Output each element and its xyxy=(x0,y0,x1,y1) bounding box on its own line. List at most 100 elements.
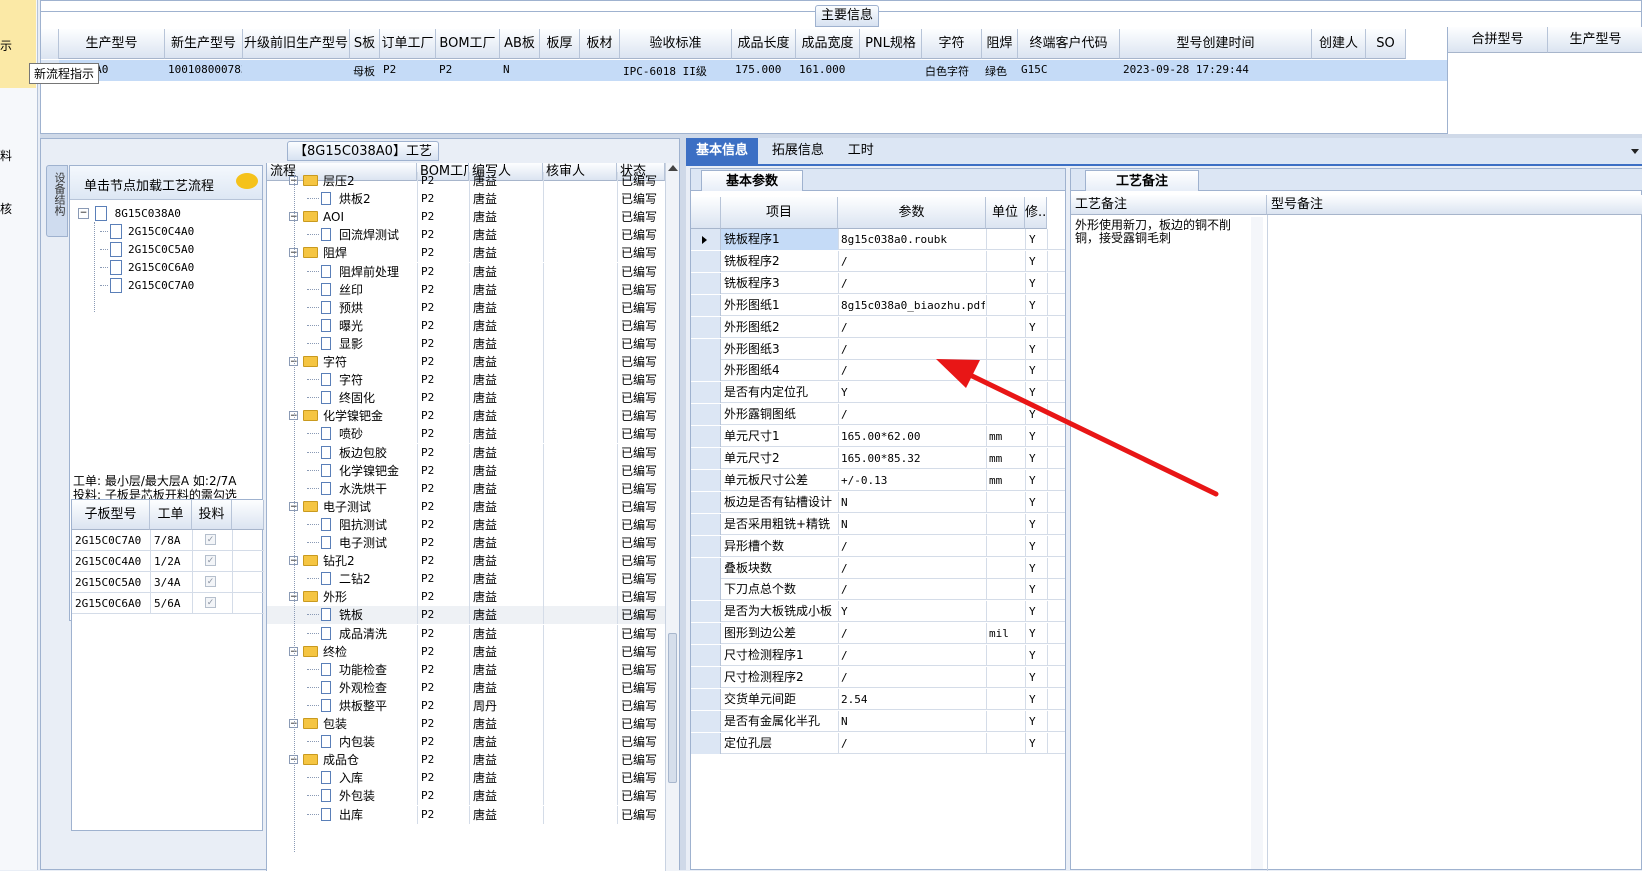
flow-step-row[interactable]: 回流焊测试 P2 唐益 已编写 xyxy=(267,226,665,245)
flow-step-row[interactable]: 化学镍钯金 P2 唐益 已编写 xyxy=(267,461,665,480)
flow-step-row[interactable]: 外观检查 P2 唐益 已编写 xyxy=(267,678,665,697)
flow-group-row[interactable]: − 钻孔2 P2 唐益 已编写 xyxy=(267,552,665,571)
model-remark-column-header[interactable]: 型号备注 xyxy=(1267,195,1642,215)
scroll-thumb[interactable] xyxy=(668,633,677,783)
flow-step-row[interactable]: 终固化 P2 唐益 已编写 xyxy=(267,389,665,408)
param-value[interactable]: / xyxy=(841,623,985,644)
param-row[interactable]: 尺寸检测程序2 / Y xyxy=(691,667,1065,688)
flow-step-row[interactable]: 烘板2 P2 唐益 已编写 xyxy=(267,190,665,209)
flow-step-row[interactable]: 功能检查 P2 唐益 已编写 xyxy=(267,660,665,679)
param-row[interactable]: 异形槽个数 / Y xyxy=(691,535,1065,557)
param-row[interactable]: 是否为大板铣成小板 Y Y xyxy=(691,601,1065,623)
param-value[interactable]: Y xyxy=(841,601,985,622)
left-edge-item[interactable]: 料 xyxy=(0,147,12,164)
flow-group-row[interactable]: − 包装 P2 唐益 已编写 xyxy=(267,715,665,733)
flow-group-row[interactable]: − 外形 P2 唐益 已编写 xyxy=(267,588,665,607)
param-row[interactable]: 下刀点总个数 / Y xyxy=(691,579,1065,601)
load-hint-bar[interactable]: 单击节点加载工艺流程 xyxy=(70,166,262,200)
column-header[interactable]: 创建人 xyxy=(1312,29,1366,59)
tree-node[interactable]: 2G15C0C7A0 xyxy=(100,278,194,293)
flow-group-row[interactable]: − 层压2 P2 唐益 已编写 xyxy=(267,172,665,190)
column-header[interactable]: 工单 xyxy=(150,500,192,530)
scroll-up-icon[interactable] xyxy=(668,165,678,171)
tree-node[interactable]: 2G15C0C6A0 xyxy=(100,260,194,275)
param-row[interactable]: 交货单元间距 2.54 Y xyxy=(691,688,1065,710)
flow-group-row[interactable]: − AOI P2 唐益 已编写 xyxy=(267,208,665,227)
column-header[interactable]: 生产型号 xyxy=(1548,27,1642,53)
column-header[interactable]: 投料 xyxy=(192,500,232,530)
basic-params-tab[interactable]: 基本参数 xyxy=(701,170,804,191)
param-value[interactable]: / xyxy=(841,667,985,688)
flow-step-row[interactable]: 阻焊前处理 P2 唐益 已编写 xyxy=(267,262,665,281)
column-header[interactable]: 新生产型号 xyxy=(165,29,243,59)
flow-step-row[interactable]: 成品清洗 P2 唐益 已编写 xyxy=(267,624,665,643)
param-value[interactable]: / xyxy=(841,558,985,579)
flow-scrollbar[interactable] xyxy=(665,163,679,871)
flow-group-row[interactable]: − 电子测试 P2 唐益 已编写 xyxy=(267,497,665,516)
param-value[interactable]: / xyxy=(841,733,985,754)
flow-step-row[interactable]: 电子测试 P2 唐益 已编写 xyxy=(267,534,665,552)
flow-group-row[interactable]: − 字符 P2 唐益 已编写 xyxy=(267,353,665,371)
column-header[interactable]: SO xyxy=(1366,29,1406,59)
feed-checkbox[interactable]: ✓ xyxy=(205,534,216,545)
param-value[interactable]: / xyxy=(841,645,985,666)
column-header[interactable]: 字符 xyxy=(922,29,982,59)
flow-step-row[interactable]: 显影 P2 唐益 已编写 xyxy=(267,334,665,353)
column-header[interactable]: BOM工厂 xyxy=(436,29,500,59)
column-header[interactable]: 板厚 xyxy=(540,29,580,59)
flow-step-row[interactable]: 曝光 P2 唐益 已编写 xyxy=(267,316,665,335)
flow-step-row[interactable]: 阻抗测试 P2 唐益 已编写 xyxy=(267,515,665,534)
feed-checkbox[interactable]: ✓ xyxy=(205,555,216,566)
tree-node[interactable]: 2G15C0C5A0 xyxy=(100,242,194,257)
collapse-icon[interactable]: − xyxy=(78,208,89,219)
param-value[interactable]: / xyxy=(841,536,985,557)
sub-board-row[interactable]: 2G15C0C4A0 1/2A ✓ xyxy=(72,551,264,572)
param-row[interactable]: 定位孔层 / Y xyxy=(691,732,1065,754)
column-header[interactable]: 升级前旧生产型号 xyxy=(243,29,350,59)
column-header[interactable]: AB板 xyxy=(500,29,540,59)
param-value[interactable]: / xyxy=(841,579,985,600)
flow-step-row[interactable]: 预烘 P2 唐益 已编写 xyxy=(267,298,665,317)
column-header[interactable]: 合拼型号 xyxy=(1448,27,1548,53)
flow-group-row[interactable]: − 成品仓 P2 唐益 已编写 xyxy=(267,751,665,770)
flow-group-row[interactable]: − 阻焊 P2 唐益 已编写 xyxy=(267,244,665,263)
column-header[interactable]: 成品宽度 xyxy=(796,29,860,59)
column-header[interactable]: 型号创建时间 xyxy=(1120,29,1312,59)
flow-group-row[interactable]: − 化学镍钯金 P2 唐益 已编写 xyxy=(267,407,665,426)
flow-step-row[interactable]: 铣板 P2 唐益 已编写 xyxy=(267,606,665,625)
flow-step-row[interactable]: 板边包胶 P2 唐益 已编写 xyxy=(267,443,665,462)
flow-step-row[interactable]: 内包装 P2 唐益 已编写 xyxy=(267,733,665,752)
column-header[interactable]: S板 xyxy=(350,29,380,59)
column-header[interactable]: 订单工厂 xyxy=(380,29,436,59)
left-edge-item[interactable]: 示 xyxy=(0,37,12,54)
tab-extended-info[interactable]: 拓展信息 xyxy=(762,138,834,164)
tree-root[interactable]: − 8G15C038A0 xyxy=(78,206,181,221)
column-header[interactable]: 项目 xyxy=(721,197,838,229)
flow-group-row[interactable]: − 终检 P2 唐益 已编写 xyxy=(267,642,665,661)
column-header[interactable]: 子板型号 xyxy=(72,500,150,530)
param-value[interactable]: N xyxy=(841,711,985,732)
flow-step-row[interactable]: 喷砂 P2 唐益 已编写 xyxy=(267,425,665,444)
flow-step-row[interactable]: 丝印 P2 唐益 已编写 xyxy=(267,280,665,299)
remark-tab[interactable]: 工艺备注 xyxy=(1085,170,1200,191)
column-header[interactable]: PNL规格 xyxy=(860,29,922,59)
param-row[interactable]: 是否有金属化半孔 N Y xyxy=(691,710,1065,732)
column-header[interactable]: 终端客户代码 xyxy=(1018,29,1120,59)
param-row[interactable]: 尺寸检测程序1 / Y xyxy=(691,645,1065,667)
flow-step-row[interactable]: 水洗烘干 P2 唐益 已编写 xyxy=(267,479,665,498)
param-value[interactable]: 2.54 xyxy=(841,689,985,710)
sub-board-row[interactable]: 2G15C0C5A0 3/4A ✓ xyxy=(72,572,264,593)
column-header[interactable]: 阻焊 xyxy=(982,29,1018,59)
remark-column-header[interactable]: 工艺备注 xyxy=(1071,195,1267,215)
side-tab-device-structure[interactable]: 设备结构 xyxy=(46,165,68,237)
flow-step-row[interactable]: 外包装 P2 唐益 已编写 xyxy=(267,787,665,806)
param-row[interactable]: 图形到边公差 / mil Y xyxy=(691,623,1065,645)
tree-node[interactable]: 2G15C0C4A0 xyxy=(100,224,194,239)
main-info-row[interactable]: 5C038A010010800078391母板P2P2NIPC-6018 II级… xyxy=(41,60,1448,81)
column-header[interactable]: 板材 xyxy=(580,29,620,59)
flow-step-row[interactable]: 字符 P2 唐益 已编写 xyxy=(267,371,665,390)
sub-board-row[interactable]: 2G15C0C7A0 7/8A ✓ xyxy=(72,530,264,551)
flow-step-row[interactable]: 二钻2 P2 唐益 已编写 xyxy=(267,570,665,589)
tab-work-hours[interactable]: 工时 xyxy=(838,138,884,164)
left-edge-item[interactable]: 核 xyxy=(0,200,12,217)
